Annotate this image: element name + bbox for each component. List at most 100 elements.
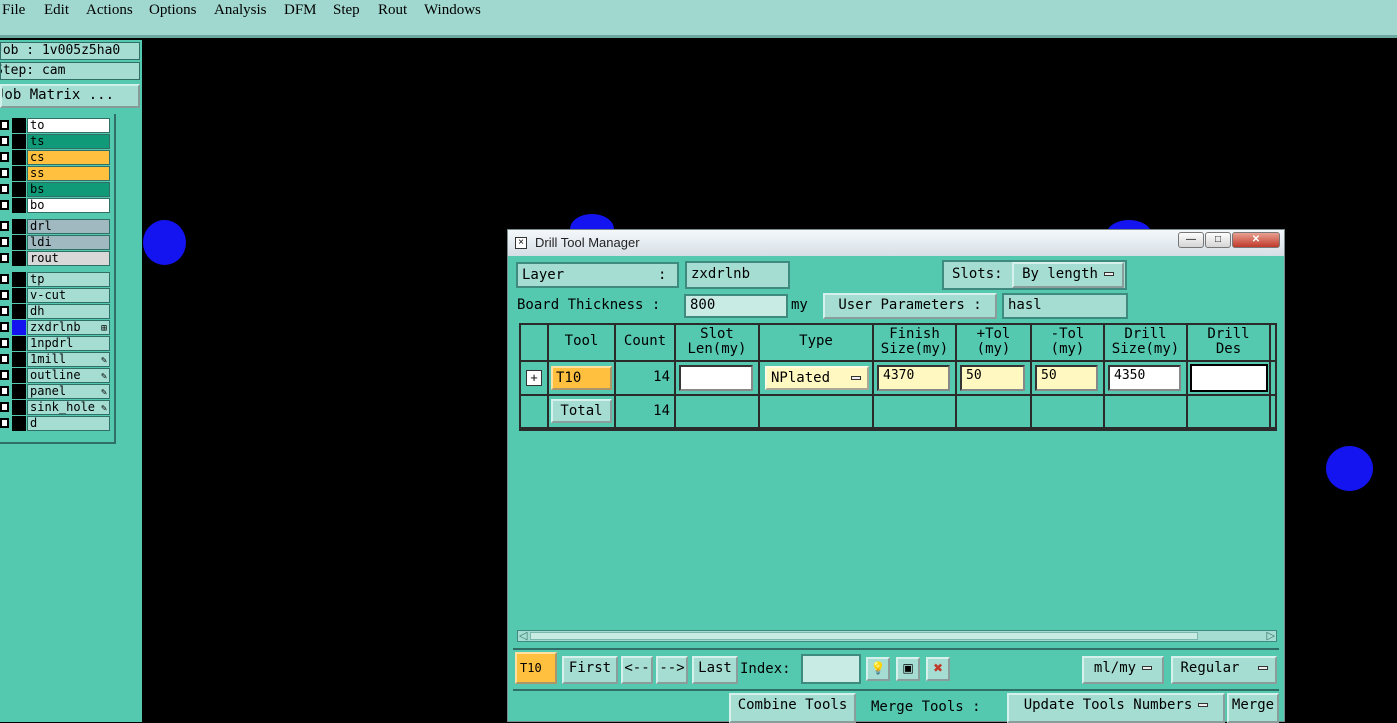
layer-label[interactable]: outline ✎ xyxy=(27,368,110,383)
layer-label[interactable]: cs xyxy=(27,150,110,165)
mode-dropdown[interactable]: Regular xyxy=(1171,656,1277,684)
lightbulb-icon[interactable]: 💡 xyxy=(866,657,890,681)
layer-label[interactable]: v-cut xyxy=(27,288,110,303)
layer-checkbox[interactable] xyxy=(0,168,9,178)
tool-badge[interactable]: T10 xyxy=(551,366,612,390)
layer-label[interactable]: bs xyxy=(27,182,110,197)
layer-color-swatch[interactable] xyxy=(12,304,26,319)
layer-row-ss[interactable]: ss xyxy=(0,166,112,181)
layer-label[interactable]: to xyxy=(27,118,110,133)
minus-tol-input[interactable]: 50 xyxy=(1035,365,1098,391)
layer-row-cs[interactable]: cs xyxy=(0,150,112,165)
layer-color-swatch[interactable] xyxy=(12,251,26,266)
menu-file[interactable]: File xyxy=(2,2,25,19)
layer-row-dh[interactable]: dh xyxy=(0,304,112,319)
menu-step[interactable]: Step xyxy=(333,2,360,19)
layer-checkbox[interactable] xyxy=(0,402,9,412)
combine-tools-button[interactable]: Combine Tools xyxy=(729,693,856,723)
layer-color-swatch[interactable] xyxy=(12,182,26,197)
slots-dropdown[interactable]: By length xyxy=(1012,262,1124,288)
user-parameters-button[interactable]: User Parameters : xyxy=(823,293,997,319)
layer-checkbox[interactable] xyxy=(0,418,9,428)
menu-actions[interactable]: Actions xyxy=(86,2,133,19)
layer-color-swatch[interactable] xyxy=(12,150,26,165)
job-matrix-button[interactable]: Job Matrix ... xyxy=(0,84,140,108)
layer-checkbox[interactable] xyxy=(0,322,9,332)
index-input[interactable] xyxy=(801,654,861,684)
layer-color-swatch[interactable] xyxy=(12,368,26,383)
merge-button[interactable]: Merge xyxy=(1227,693,1279,723)
units-dropdown[interactable]: ml/my xyxy=(1082,656,1164,684)
finish-size-input[interactable]: 4370 xyxy=(877,365,950,391)
layer-row-tp[interactable]: tp xyxy=(0,272,112,287)
layer-label[interactable]: d xyxy=(27,416,110,431)
layer-checkbox[interactable] xyxy=(0,386,9,396)
menu-windows[interactable]: Windows xyxy=(424,2,481,19)
layer-row-sink_hole[interactable]: sink_hole ✎ xyxy=(0,400,112,415)
layer-label[interactable]: dh xyxy=(27,304,110,319)
user-parameters-input[interactable]: hasl xyxy=(1002,293,1128,319)
layer-label[interactable]: panel ✎ xyxy=(27,384,110,399)
layer-row-ts[interactable]: ts xyxy=(0,134,112,149)
layer-label[interactable]: zxdrlnb ⊞ xyxy=(27,320,110,335)
update-tools-numbers-dropdown[interactable]: Update Tools Numbers xyxy=(1007,693,1225,723)
layer-row-outline[interactable]: outline ✎ xyxy=(0,368,112,383)
layer-row-ldi[interactable]: ldi xyxy=(0,235,112,250)
layer-checkbox[interactable] xyxy=(0,370,9,380)
minimize-icon[interactable]: — xyxy=(1178,232,1204,248)
layer-row-bs[interactable]: bs xyxy=(0,182,112,197)
layer-color-swatch[interactable] xyxy=(12,336,26,351)
layer-row-v-cut[interactable]: v-cut xyxy=(0,288,112,303)
layer-row-drl[interactable]: drl xyxy=(0,219,112,234)
layer-label[interactable]: 1npdrl xyxy=(27,336,110,351)
layer-checkbox[interactable] xyxy=(0,184,9,194)
layer-color-swatch[interactable] xyxy=(12,352,26,367)
layer-color-swatch[interactable] xyxy=(12,384,26,399)
layer-row-1mill[interactable]: 1mill ✎ xyxy=(0,352,112,367)
layer-color-swatch[interactable] xyxy=(12,118,26,133)
window-icon[interactable]: ▣ xyxy=(896,657,920,681)
close-icon[interactable]: ✕ xyxy=(1232,232,1280,248)
scroll-thumb[interactable] xyxy=(530,632,1198,640)
layer-label[interactable]: sink_hole ✎ xyxy=(27,400,110,415)
menu-rout[interactable]: Rout xyxy=(378,2,407,19)
layer-color-swatch[interactable] xyxy=(12,272,26,287)
layer-checkbox[interactable] xyxy=(0,253,9,263)
first-button[interactable]: First xyxy=(562,656,618,684)
layer-color-swatch[interactable] xyxy=(12,134,26,149)
layer-checkbox[interactable] xyxy=(0,152,9,162)
menu-edit[interactable]: Edit xyxy=(44,2,69,19)
menu-dfm[interactable]: DFM xyxy=(284,2,317,19)
maximize-icon[interactable]: □ xyxy=(1205,232,1231,248)
layer-label[interactable]: rout xyxy=(27,251,110,266)
layer-checkbox[interactable] xyxy=(0,120,9,130)
layer-checkbox[interactable] xyxy=(0,221,9,231)
next-button[interactable]: --> xyxy=(656,656,688,684)
menu-analysis[interactable]: Analysis xyxy=(214,2,267,19)
scroll-right-icon[interactable]: ▷ xyxy=(1267,629,1275,642)
layer-checkbox[interactable] xyxy=(0,354,9,364)
layer-input[interactable]: zxdrlnb xyxy=(685,261,790,289)
layer-row-1npdrl[interactable]: 1npdrl xyxy=(0,336,112,351)
layer-color-swatch[interactable] xyxy=(12,166,26,181)
layer-color-swatch[interactable] xyxy=(12,416,26,431)
layer-color-swatch[interactable] xyxy=(12,400,26,415)
prev-button[interactable]: <-- xyxy=(621,656,653,684)
layer-color-swatch[interactable] xyxy=(12,320,26,335)
layer-label[interactable]: 1mill ✎ xyxy=(27,352,110,367)
menu-options[interactable]: Options xyxy=(149,2,197,19)
layer-color-swatch[interactable] xyxy=(12,288,26,303)
layer-row-d[interactable]: d xyxy=(0,416,112,431)
layer-label[interactable]: drl xyxy=(27,219,110,234)
layer-checkbox[interactable] xyxy=(0,237,9,247)
layer-checkbox[interactable] xyxy=(0,136,9,146)
delete-icon[interactable]: ✖ xyxy=(926,657,950,681)
layer-label[interactable]: ts xyxy=(27,134,110,149)
slot-len-input[interactable] xyxy=(679,365,753,391)
layer-color-swatch[interactable] xyxy=(12,198,26,213)
layer-checkbox[interactable] xyxy=(0,274,9,284)
layer-label[interactable]: tp xyxy=(27,272,110,287)
layer-checkbox[interactable] xyxy=(0,200,9,210)
drill-des-input[interactable] xyxy=(1190,364,1268,392)
drill-size-input[interactable]: 4350 xyxy=(1108,365,1181,391)
